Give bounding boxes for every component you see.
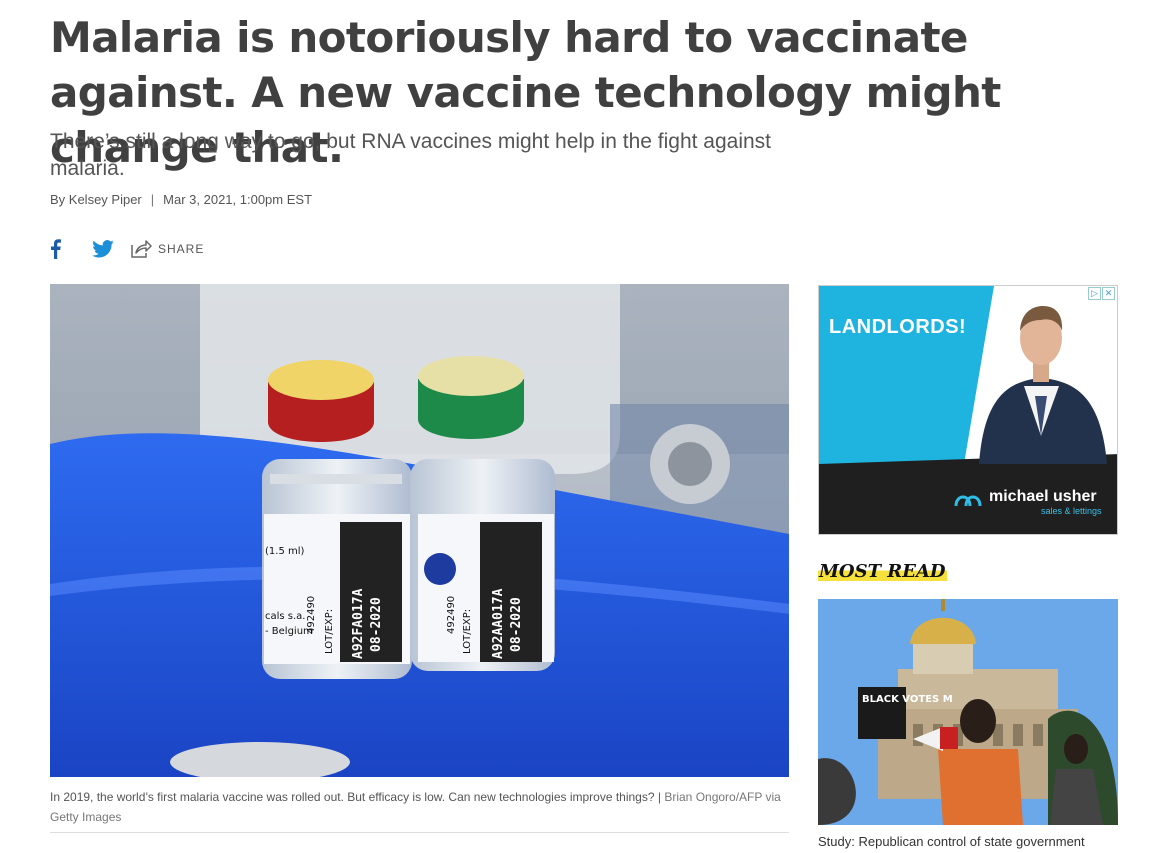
vial-right-date: 08-2020 (509, 597, 524, 652)
vial-left-lot: LOT/EXP: (324, 609, 335, 654)
twitter-icon[interactable] (92, 238, 116, 260)
vial-right-num: 492490 (446, 596, 457, 634)
vial-left-dose: (1.5 ml) (265, 546, 305, 557)
caption-text: In 2019, the world’s first malaria vacci… (50, 790, 655, 804)
divider (50, 832, 789, 833)
facebook-icon[interactable] (50, 238, 64, 260)
most-read-item-title[interactable]: Study: Republican control of state gover… (818, 834, 1085, 849)
publish-timestamp: Mar 3, 2021, 1:00pm EST (163, 192, 313, 207)
hero-caption: In 2019, the world’s first malaria vacci… (50, 787, 789, 827)
caption-separator: | (657, 790, 661, 804)
share-icon (131, 240, 152, 258)
most-read-thumbnail[interactable]: BLACK VOTES M (818, 599, 1118, 825)
byline: By Kelsey Piper | Mar 3, 2021, 1:00pm ES… (50, 192, 312, 207)
vial-left-batch: A92FA017A (351, 588, 366, 659)
share-bar: SHARE (50, 238, 204, 260)
ad-headline: LANDLORDS! (829, 316, 967, 338)
ad-choices-icon[interactable]: ▷ (1088, 287, 1101, 300)
byline-separator: | (150, 192, 155, 207)
share-label: SHARE (158, 242, 205, 256)
vial-left-date: 08-2020 (369, 597, 384, 652)
author-link[interactable]: By Kelsey Piper (50, 192, 142, 207)
vial-left-mfr: cals s.a. (265, 611, 306, 622)
vial-right-lot: LOT/EXP: (462, 609, 473, 654)
share-button[interactable]: SHARE (130, 239, 204, 259)
advertisement[interactable]: ▷ ✕ LANDLORDS! michael usher sales & let… (818, 285, 1118, 535)
protest-sign-text: BLACK VOTES M (862, 694, 953, 705)
ad-choices[interactable]: ▷ ✕ (1088, 287, 1115, 300)
most-read-heading: MOST READ (818, 561, 947, 582)
ad-brand-name: michael usher (989, 488, 1097, 505)
article-dek: There’s still a long way to go, but RNA … (50, 130, 772, 180)
ad-brand: michael usher sales & lettings (989, 488, 1102, 516)
ad-brand-tagline: sales & lettings (1041, 506, 1102, 516)
vial-right-batch: A92AA017A (491, 588, 506, 659)
vial-left-country: - Belgium (265, 626, 313, 637)
close-icon[interactable]: ✕ (1102, 287, 1115, 300)
hero-image: A92FA017A 08-2020 A92AA017A 08-2020 LOT/… (50, 284, 789, 777)
